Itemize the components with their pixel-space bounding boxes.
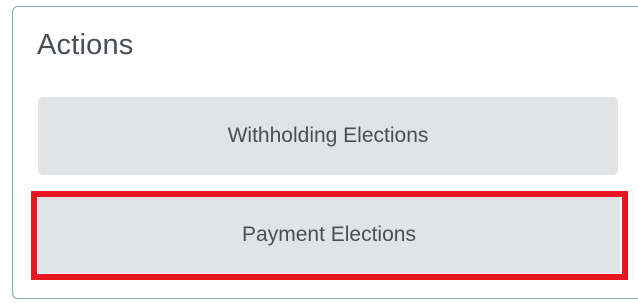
withholding-elections-button[interactable]: Withholding Elections xyxy=(38,97,618,175)
actions-title: Actions xyxy=(37,29,134,61)
payment-elections-button[interactable]: Payment Elections xyxy=(38,197,620,273)
